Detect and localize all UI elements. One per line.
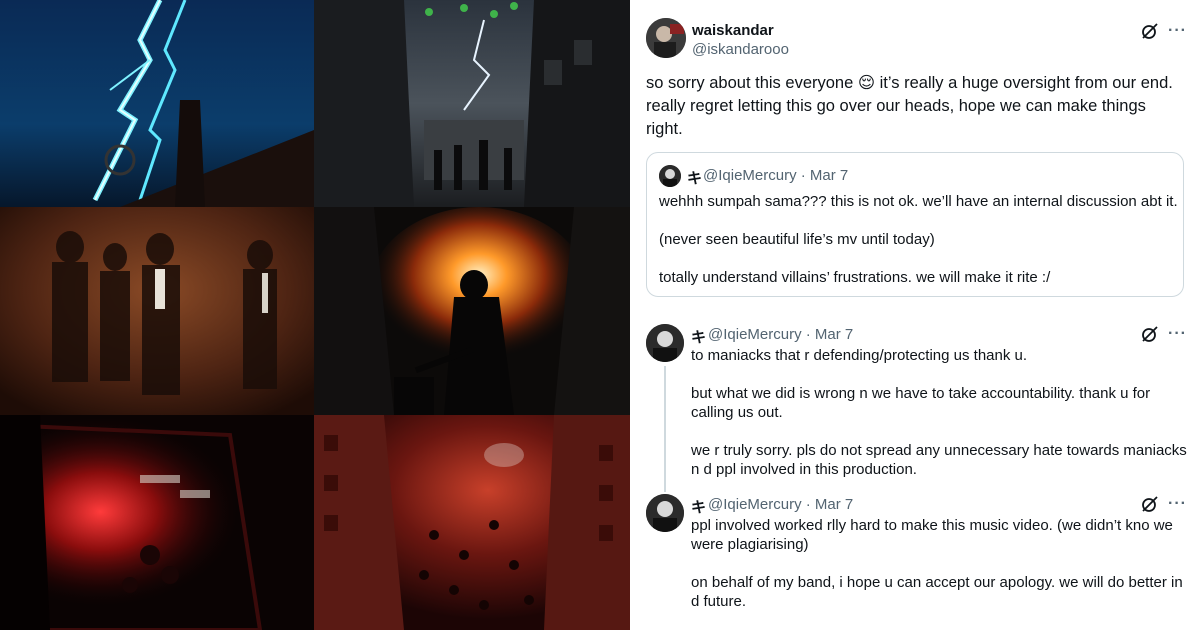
reply-author-name[interactable]: キ xyxy=(691,496,706,517)
grok-slash-circle-icon[interactable] xyxy=(1141,325,1159,343)
main-tweet-text: so sorry about this everyone 😌 it’s real… xyxy=(646,72,1186,141)
main-author-name[interactable]: waiskandar xyxy=(692,22,774,39)
more-dots-icon[interactable]: ··· xyxy=(1168,496,1187,512)
reply-line: d future. xyxy=(691,593,747,610)
quoted-tweet-line: (never seen beautiful life’s mv until to… xyxy=(659,231,935,248)
reply-line: ppl involved worked rlly hard to make th… xyxy=(691,517,1173,534)
image-red-room[interactable] xyxy=(0,415,314,630)
image-grid xyxy=(0,0,630,630)
reply-author-name[interactable]: キ xyxy=(691,326,706,347)
reply-handle-date[interactable]: @IqieMercury · Mar 7 xyxy=(708,326,853,343)
more-dots-icon[interactable]: ··· xyxy=(1168,326,1187,342)
main-tweet-line: so sorry about this everyone 😌 it’s real… xyxy=(646,74,1173,92)
reply-line: but what we did is wrong n we have to ta… xyxy=(691,385,1151,402)
reply-line: we r truly sorry. pls do not spread any … xyxy=(691,442,1187,459)
image-band-haze[interactable] xyxy=(0,207,314,415)
quoted-tweet-card[interactable]: キ @IqieMercury · Mar 7 wehhh sumpah sama… xyxy=(646,152,1184,297)
image-aerial-crowd[interactable] xyxy=(314,415,630,630)
more-dots-icon[interactable]: ··· xyxy=(1168,23,1187,39)
tweet-panel: waiskandar @iskandarooo ··· so sorry abo… xyxy=(630,0,1200,630)
quoted-author-name[interactable]: キ xyxy=(687,167,702,188)
reply-line: were plagiarising) xyxy=(691,536,809,553)
quoted-tweet-line: wehhh sumpah sama??? this is not ok. we’… xyxy=(659,193,1178,210)
reply-line: on behalf of my band, i hope u can accep… xyxy=(691,574,1183,591)
reply-line: n d ppl involved in this production. xyxy=(691,461,917,478)
grok-slash-circle-icon[interactable] xyxy=(1141,22,1159,40)
quoted-author-avatar[interactable] xyxy=(659,165,681,187)
image-alley-storm[interactable] xyxy=(314,0,630,207)
quoted-tweet-line: totally understand villains’ frustration… xyxy=(659,269,1051,286)
thread-connector-line xyxy=(664,366,666,492)
main-tweet-line: really regret letting this go over our h… xyxy=(646,97,1146,115)
reply-author-avatar[interactable] xyxy=(646,324,684,362)
main-author-avatar[interactable] xyxy=(646,18,686,58)
reply-line: to maniacks that r defending/protecting … xyxy=(691,347,1028,364)
main-tweet-line: right. xyxy=(646,120,683,138)
main-author-handle[interactable]: @iskandarooo xyxy=(692,41,789,58)
quoted-author-handle-date[interactable]: @IqieMercury · Mar 7 xyxy=(703,167,848,184)
reply-handle-date[interactable]: @IqieMercury · Mar 7 xyxy=(708,496,853,513)
image-fire-explosion[interactable] xyxy=(314,207,630,415)
image-lightning-sky[interactable] xyxy=(0,0,314,207)
reply-author-avatar[interactable] xyxy=(646,494,684,532)
grok-slash-circle-icon[interactable] xyxy=(1141,495,1159,513)
reply-line: calling us out. xyxy=(691,404,783,421)
